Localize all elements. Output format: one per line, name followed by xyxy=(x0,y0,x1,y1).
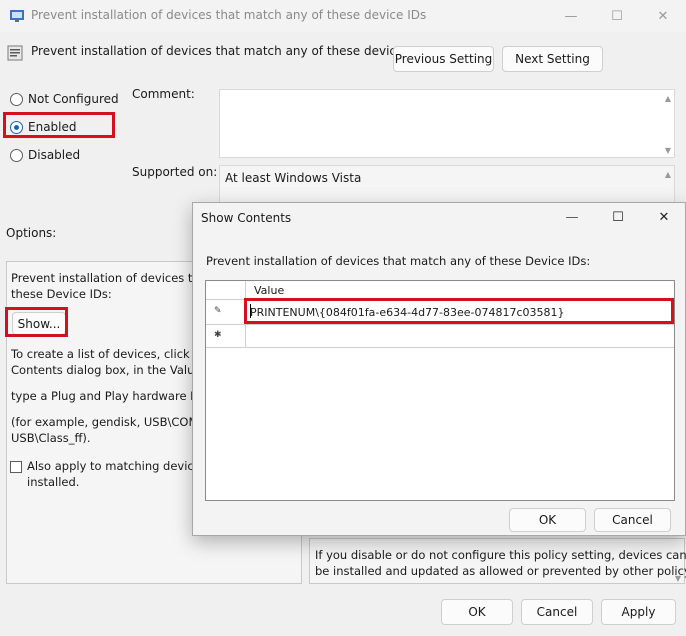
new-row-icon: ✱ xyxy=(214,330,222,340)
grid-row-headers xyxy=(206,281,246,348)
close-button[interactable]: ✕ xyxy=(640,0,686,32)
highlight-value-cell xyxy=(244,298,674,324)
highlight-enabled xyxy=(3,112,115,138)
edit-row-icon: ✎ xyxy=(214,306,222,316)
scroll-down-icon[interactable]: ▼ xyxy=(675,574,681,583)
apply-button[interactable]: Apply xyxy=(601,599,676,625)
comment-label: Comment: xyxy=(132,87,195,101)
column-header-value: Value xyxy=(254,284,285,297)
grid-new-row-cell[interactable] xyxy=(250,330,670,344)
options-para3-line1: (for example, gendisk, USB\COMPO xyxy=(11,415,215,429)
also-apply-checkbox-row[interactable]: Also apply to matching devices installed… xyxy=(10,459,207,489)
supported-value: At least Windows Vista xyxy=(225,171,362,185)
minimize-button[interactable]: — xyxy=(548,0,594,32)
options-para2: type a Plug and Play hardware ID o xyxy=(11,389,214,403)
scroll-up-icon[interactable]: ▲ xyxy=(665,94,671,103)
scroll-down-icon[interactable]: ▼ xyxy=(665,146,671,155)
cancel-button[interactable]: Cancel xyxy=(521,599,593,625)
help-pane: If you disable or do not configure this … xyxy=(309,538,686,584)
scroll-up-icon[interactable]: ▲ xyxy=(665,170,671,179)
policy-name: Prevent installation of devices that mat… xyxy=(31,44,427,58)
ok-button[interactable]: OK xyxy=(441,599,513,625)
supported-field: At least Windows Vista ▲ xyxy=(219,165,675,205)
previous-setting-button[interactable]: Previous Setting xyxy=(393,46,494,72)
dialog-close-button[interactable]: ✕ xyxy=(641,203,686,231)
grid-line xyxy=(206,324,674,325)
options-para1-line1: To create a list of devices, click Sho xyxy=(11,347,215,361)
dialog-title: Show Contents xyxy=(201,211,292,225)
help-line1: If you disable or do not configure this … xyxy=(315,548,686,562)
group-policy-icon xyxy=(10,10,24,22)
supported-label: Supported on: xyxy=(132,165,218,179)
also-apply-checkbox[interactable] xyxy=(10,461,22,473)
radio-not-configured[interactable]: Not Configured xyxy=(10,92,119,106)
highlight-show-button xyxy=(5,307,68,337)
radio-disabled[interactable]: Disabled xyxy=(10,148,80,162)
dialog-ok-button[interactable]: OK xyxy=(509,508,586,532)
help-line2: be installed and updated as allowed or p… xyxy=(315,564,686,578)
also-apply-label: Also apply to matching devices installed… xyxy=(27,459,207,489)
radio-circle xyxy=(10,92,23,106)
radio-label: Not Configured xyxy=(28,92,119,106)
options-desc-line2: these Device IDs: xyxy=(11,287,112,301)
radio-circle xyxy=(10,148,23,162)
show-contents-dialog: Show Contents — ☐ ✕ Prevent installation… xyxy=(192,202,686,536)
dialog-cancel-button[interactable]: Cancel xyxy=(594,508,671,532)
radio-label: Disabled xyxy=(28,148,81,162)
options-desc-line1: Prevent installation of devices that xyxy=(11,271,212,285)
options-label: Options: xyxy=(6,226,57,240)
policy-setting-icon xyxy=(7,45,23,61)
comment-field[interactable]: ▲ ▼ xyxy=(219,89,675,158)
window-title: Prevent installation of devices that mat… xyxy=(31,8,427,22)
dialog-minimize-button[interactable]: — xyxy=(549,203,595,231)
options-para1-line2: Contents dialog box, in the Value c xyxy=(11,363,212,377)
maximize-button[interactable]: ☐ xyxy=(594,0,640,32)
dialog-description: Prevent installation of devices that mat… xyxy=(206,254,591,268)
next-setting-button[interactable]: Next Setting xyxy=(502,46,603,72)
grid-line xyxy=(206,347,674,348)
dialog-maximize-button[interactable]: ☐ xyxy=(595,203,641,231)
window-title-bar: Prevent installation of devices that mat… xyxy=(0,0,686,32)
options-para3-line2: USB\Class_ff). xyxy=(11,431,91,445)
